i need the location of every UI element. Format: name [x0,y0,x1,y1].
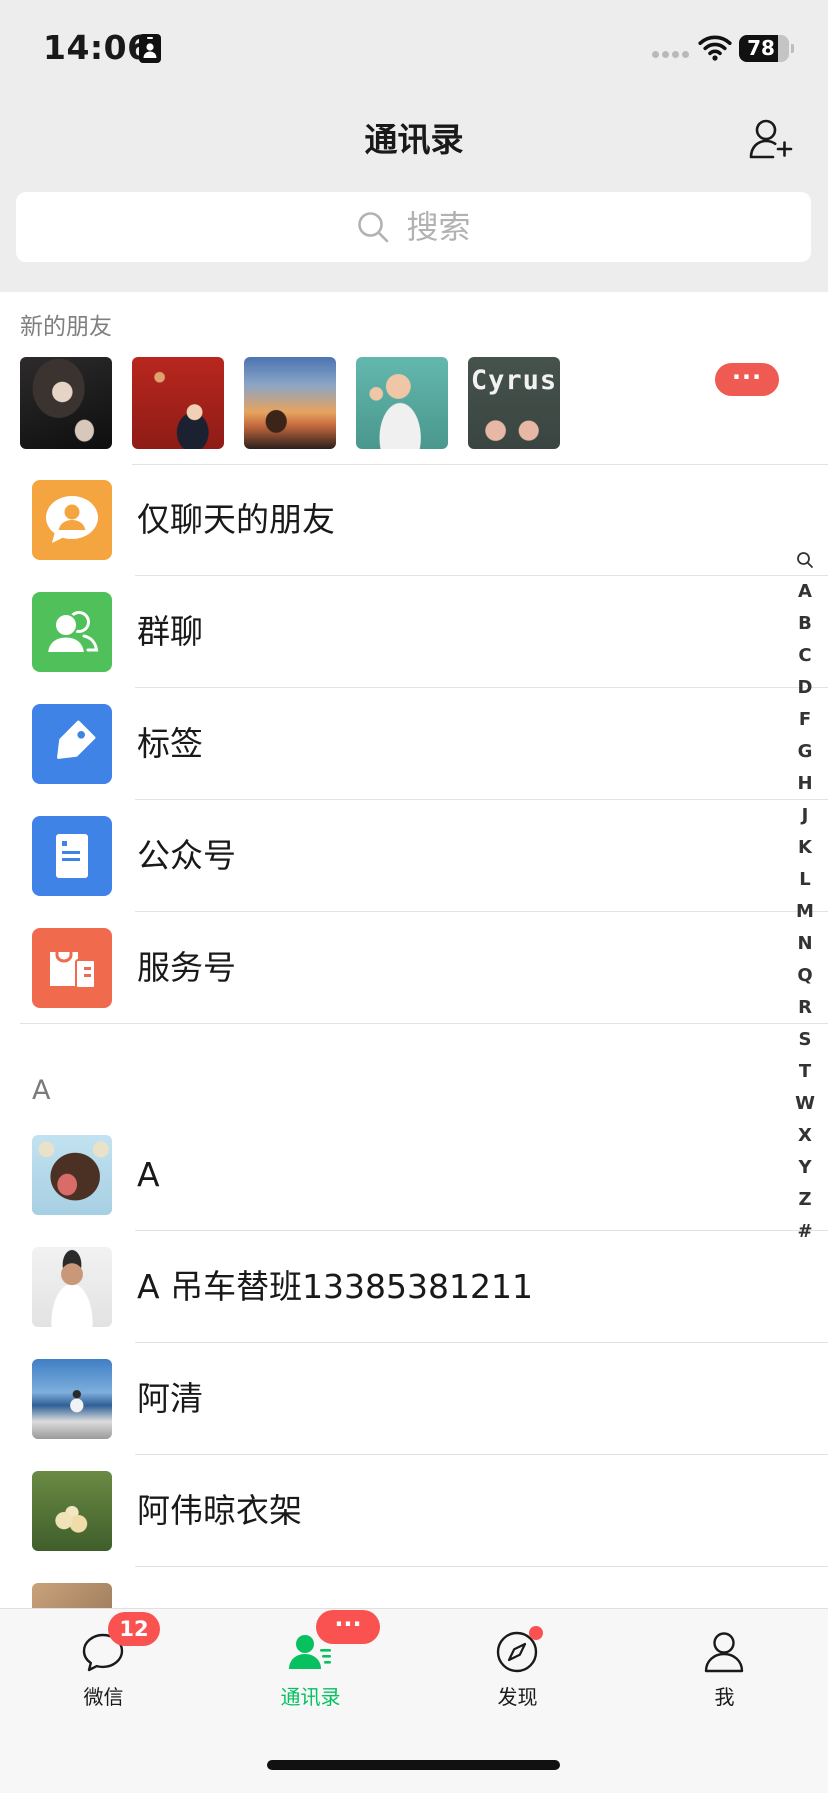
group-chat-icon [32,592,112,672]
index-letter[interactable]: A [790,576,820,608]
entry-tags[interactable]: 标签 [0,688,828,800]
battery-level: 78 [747,36,775,60]
contact-row[interactable]: A 吊车替班13385381211 [0,1231,828,1343]
new-friends-label[interactable]: 新的朋友 [20,310,112,344]
tag-icon [32,704,112,784]
avatar [32,1247,112,1327]
index-letter[interactable]: X [790,1120,820,1152]
search-icon [356,210,390,244]
contact-row[interactable]: A [0,1119,828,1231]
service-account-icon [32,928,112,1008]
entry-group-chat[interactable]: 群聊 [0,576,828,688]
divider [20,1023,828,1024]
wifi-icon [698,35,732,61]
page-title: 通讯录 [364,120,464,159]
index-letter[interactable]: R [790,992,820,1024]
contact-card-icon [139,34,161,63]
avatar [32,1135,112,1215]
contact-row-partial[interactable] [0,1567,828,1608]
tab-weixin[interactable]: 微信 12 [0,1609,207,1729]
avatar [32,1471,112,1551]
contact-name: 阿清 [137,1379,203,1418]
tab-label: 发现 [497,1685,538,1709]
entry-label: 仅聊天的朋友 [137,500,335,539]
entry-label: 标签 [137,724,203,763]
section-header: A [32,1075,51,1106]
contact-row[interactable]: 阿伟晾衣架 [0,1455,828,1567]
tab-label: 我 [714,1685,735,1709]
index-letter[interactable]: D [790,672,820,704]
unread-badge: 12 [108,1612,160,1646]
index-letter[interactable]: N [790,928,820,960]
add-contact-icon[interactable] [748,117,794,161]
contacts-badge: ··· [316,1610,380,1644]
index-search-icon[interactable] [790,544,820,576]
contact-name: A [137,1155,160,1194]
tab-discover[interactable]: 发现 [414,1609,621,1729]
new-dot [529,1626,543,1640]
index-letter[interactable]: # [790,1216,820,1248]
official-account-icon [32,816,112,896]
index-letter[interactable]: W [790,1088,820,1120]
profile-icon [702,1630,746,1674]
new-friends-badge: ··· [715,363,779,396]
entry-service-accounts[interactable]: 服务号 [0,912,828,1024]
new-friend-avatar[interactable] [132,357,224,449]
search-placeholder: 搜索 [406,208,471,246]
status-time: 14:06 [43,28,151,67]
index-letter[interactable]: F [790,704,820,736]
index-letter[interactable]: Q [790,960,820,992]
index-letter[interactable]: C [790,640,820,672]
contact-row[interactable]: 阿清 [0,1343,828,1455]
index-letter[interactable]: T [790,1056,820,1088]
index-letter[interactable]: L [790,864,820,896]
signal-dots-icon [652,51,692,59]
search-input[interactable]: 搜索 [16,192,811,262]
entry-label: 群聊 [137,612,203,651]
index-letter[interactable]: Y [790,1152,820,1184]
new-friend-avatar[interactable] [356,357,448,449]
entry-label: 公众号 [137,836,236,875]
index-letter[interactable]: M [790,896,820,928]
index-letter[interactable]: S [790,1024,820,1056]
tab-contacts[interactable]: 通讯录 ··· [207,1609,414,1729]
tab-label: 微信 [83,1685,124,1709]
entry-official-accounts[interactable]: 公众号 [0,800,828,912]
new-friend-avatar[interactable] [244,357,336,449]
index-letter[interactable]: H [790,768,820,800]
contact-name: A 吊车替班13385381211 [137,1267,534,1306]
battery-nub [791,44,794,53]
tab-me[interactable]: 我 [621,1609,828,1729]
contact-name: 阿伟晾衣架 [137,1491,302,1530]
index-letter[interactable]: B [790,608,820,640]
index-letter[interactable]: G [790,736,820,768]
battery-icon: 78 [739,35,789,62]
tab-label: 通讯录 [280,1685,341,1709]
new-friend-avatar[interactable] [20,357,112,449]
avatar [32,1583,112,1608]
index-letter[interactable]: Z [790,1184,820,1216]
alphabet-index[interactable]: A B C D F G H J K L M N Q R S T W X Y Z … [790,544,820,1248]
new-friend-avatar[interactable]: Cyrus [468,357,560,449]
chat-only-friends-icon [32,480,112,560]
index-letter[interactable]: K [790,832,820,864]
entry-label: 服务号 [137,948,236,987]
index-letter[interactable]: J [790,800,820,832]
home-indicator[interactable] [267,1760,560,1770]
entry-chat-only-friends[interactable]: 仅聊天的朋友 [0,464,828,576]
avatar [32,1359,112,1439]
avatar-lettering: Cyrus [470,365,558,396]
